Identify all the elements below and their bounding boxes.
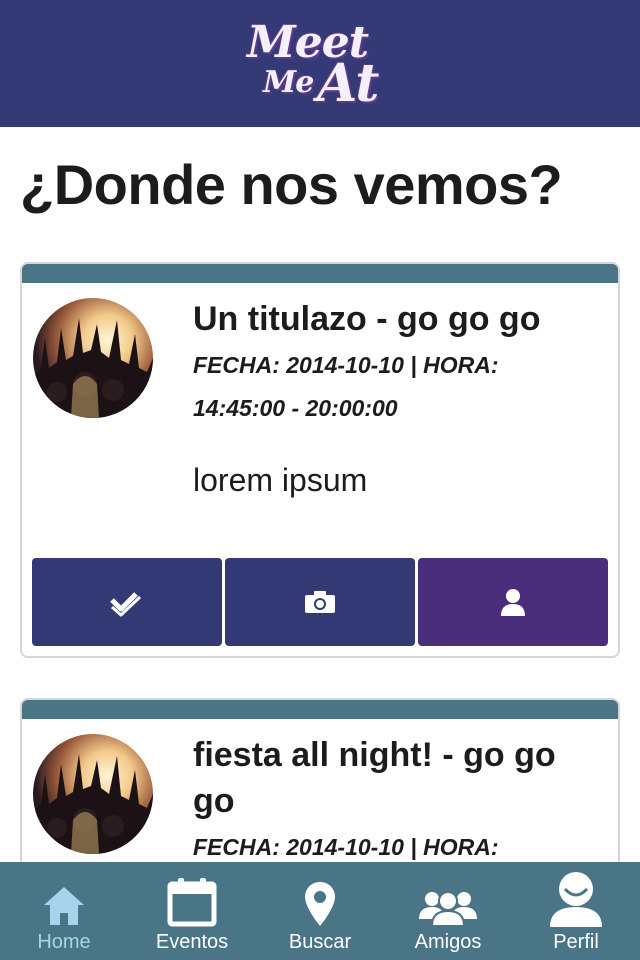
card-header-strip [22,700,618,719]
event-actions [32,558,608,646]
tab-label: Eventos [155,931,229,953]
location-pin-icon [305,882,335,926]
tab-label: Amigos [414,931,482,953]
tab-label: Buscar [288,931,352,953]
tab-home[interactable]: Home [0,862,128,960]
photo-button[interactable] [225,558,415,646]
event-title: fiesta all night! - go go go [193,736,556,820]
event-time: 14:45:00 - 20:00:00 [193,395,398,421]
tab-perfil[interactable]: Perfil [512,862,640,960]
calendar-icon [167,878,217,927]
tab-amigos[interactable]: Amigos [384,862,512,960]
attendees-button[interactable] [418,558,608,646]
checkin-icon [110,592,142,617]
event-thumbnail[interactable] [33,734,153,854]
tab-label: Home [37,931,91,953]
tab-eventos[interactable]: Eventos [128,862,256,960]
card-header-strip [22,264,618,283]
event-title: Un titulazo - go go go [193,300,541,338]
home-icon [44,887,84,925]
event-date: FECHA: 2014-10-10 | HORA: [193,352,499,378]
logo-text-me: Me [263,64,314,100]
person-icon [501,589,525,616]
app-header: Meet Me At [0,0,640,127]
event-description: lorem ipsum [193,462,368,498]
tab-buscar[interactable]: Buscar [256,862,384,960]
bottom-tab-bar: Home Eventos Buscar Amigos Perfil [0,862,640,960]
group-icon [419,891,477,927]
checkin-button[interactable] [32,558,222,646]
logo-text-at: At [317,52,379,114]
event-card[interactable]: Un titulazo - go go go FECHA: 2014-10-10… [20,262,620,658]
profile-icon [550,872,602,927]
event-thumbnail[interactable] [33,298,153,418]
page-title: ¿Donde nos vemos? [20,153,563,216]
tab-label: Perfil [553,931,599,953]
camera-icon [305,591,335,613]
meet-me-at-logo[interactable]: Meet Me At [245,9,395,119]
